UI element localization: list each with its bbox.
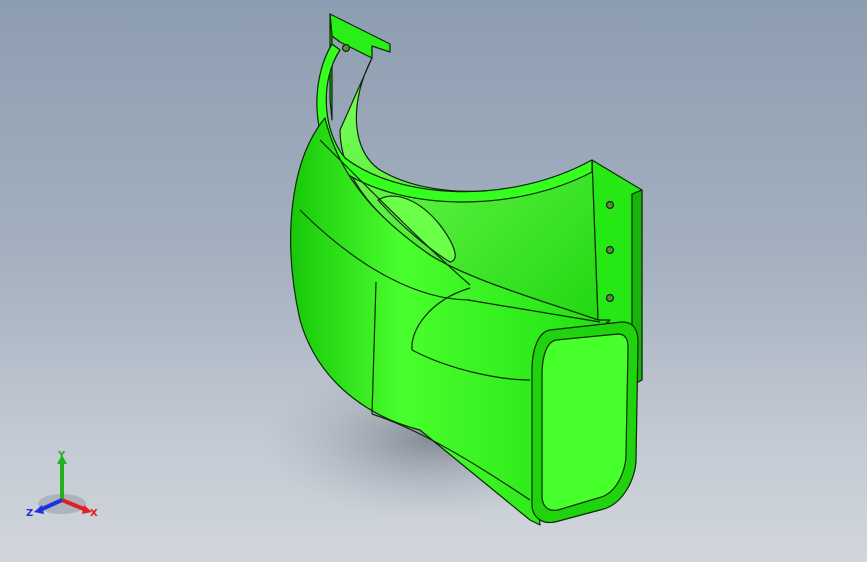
flange-hole — [605, 245, 615, 255]
flange-hole — [341, 43, 351, 53]
z-axis-label: Z — [26, 508, 33, 519]
outlet-inner — [541, 333, 629, 511]
3d-viewport[interactable] — [0, 0, 867, 562]
x-axis-label: X — [90, 508, 98, 519]
flange-hole — [605, 293, 615, 303]
y-axis-label: Y — [57, 450, 66, 461]
flange-hole — [605, 200, 615, 210]
orientation-triad[interactable]: Y X Z — [26, 450, 102, 520]
